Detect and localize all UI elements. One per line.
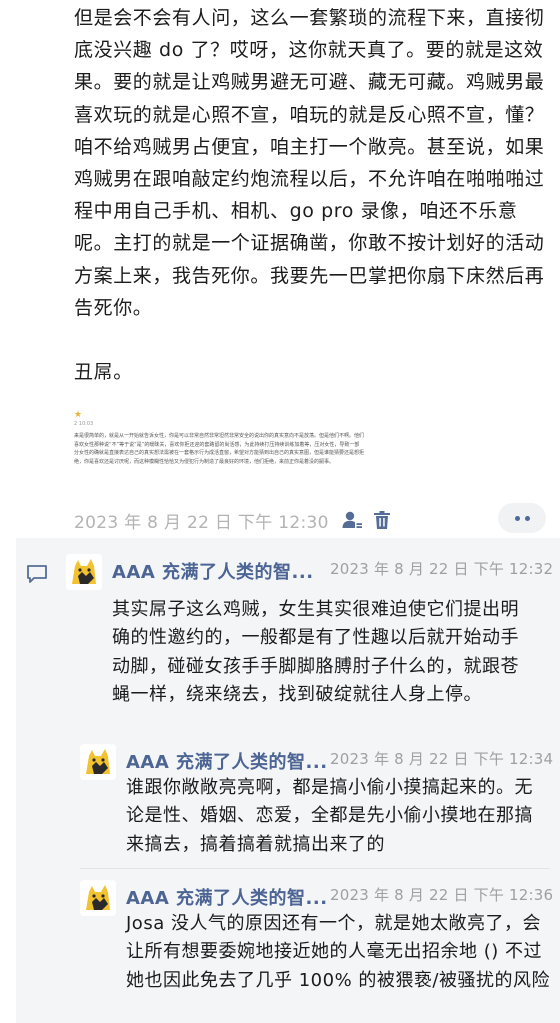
post-meta: 2023 年 8 月 22 日 下午 12:30 [74, 508, 393, 533]
post-closing-line: 丑屌。 [74, 361, 133, 384]
comment-time: 2023 年 8 月 22 日 下午 12:32 [330, 560, 554, 578]
comment-item[interactable]: AAA 充满了人类的智... 2023 年 8 月 22 日 下午 12:34 … [80, 744, 556, 856]
comment-text: Josa 没人气的原因还有一个，就是她太敞亮了，会让所有想要委婉地接近她的人毫无… [126, 913, 550, 991]
avatar[interactable] [80, 744, 116, 780]
avatar[interactable] [66, 554, 102, 590]
comments-section: AAA 充满了人类的智... 2023 年 8 月 22 日 下午 12:32 … [16, 538, 560, 1023]
comment-time: 2023 年 8 月 22 日 下午 12:34 [330, 750, 554, 768]
comment-item[interactable]: AAA 充满了人类的智... 2023 年 8 月 22 日 下午 12:36 … [80, 880, 556, 1020]
comment-time: 2023 年 8 月 22 日 下午 12:36 [330, 886, 554, 904]
more-options-button[interactable] [498, 503, 546, 533]
yellow-cat-avatar-icon [80, 744, 116, 780]
comment-divider [80, 868, 550, 869]
more-dots-icon [514, 515, 530, 521]
comment-bubble-icon [26, 564, 48, 584]
user-tag-icon[interactable] [341, 509, 363, 531]
avatar[interactable] [80, 880, 116, 916]
embedded-text: 来是很简单的，就是从一开始就告诉女性，你是可以非常自然非常坦然非常安全的说出你的… [74, 433, 364, 465]
embedded-time: 2 10:03 [74, 421, 94, 427]
post-paragraph: 但是会不会有人问，这么一套繁琐的流程下来，直接彻底没兴趣 do 了？哎呀，这你就… [74, 7, 545, 319]
post: 但是会不会有人问，这么一套繁琐的流程下来，直接彻底没兴趣 do 了？哎呀，这你就… [0, 0, 560, 535]
comment-author[interactable]: AAA 充满了人类的智... [126, 748, 328, 774]
yellow-cat-avatar-icon [80, 880, 116, 916]
comment-text: 谁跟你敞敞亮亮啊，都是搞小偷小摸搞起来的。无论是性、婚姻、恋爱，全都是先小偷小摸… [126, 777, 533, 855]
comment-author[interactable]: AAA 充满了人类的智... [126, 884, 328, 910]
embedded-image[interactable]: ★ 2 10:03 来是很简单的，就是从一开始就告诉女性，你是可以非常自然非常坦… [74, 410, 364, 486]
post-timestamp: 2023 年 8 月 22 日 下午 12:30 [74, 512, 329, 533]
trash-icon[interactable] [371, 509, 393, 531]
yellow-cat-avatar-icon [66, 554, 102, 590]
comment-text: 其实屌子这么鸡贼，女生其实很难迫使它们提出明确的性邀约的，一般都是有了性趣以后就… [112, 599, 519, 706]
post-body: 但是会不会有人问，这么一套繁琐的流程下来，直接彻底没兴趣 do 了？哎呀，这你就… [74, 2, 550, 388]
star-icon: ★ [74, 410, 83, 420]
comment-author[interactable]: AAA 充满了人类的智... [112, 558, 314, 584]
comment-item[interactable]: AAA 充满了人类的智... 2023 年 8 月 22 日 下午 12:32 … [66, 554, 556, 724]
